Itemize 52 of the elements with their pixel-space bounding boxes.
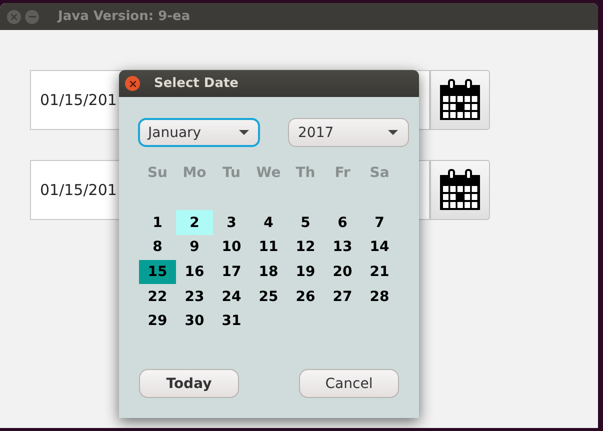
- weekday-label: Sa: [368, 164, 390, 184]
- day-cell[interactable]: 29: [139, 309, 176, 334]
- day-cell[interactable]: 14: [361, 235, 398, 260]
- close-button[interactable]: [125, 76, 140, 91]
- day-cell[interactable]: 23: [176, 284, 213, 310]
- day-cell[interactable]: 9: [176, 235, 213, 260]
- day-cell[interactable]: 28: [361, 284, 398, 310]
- dialog-title: Select Date: [154, 76, 238, 91]
- day-cell[interactable]: 25: [250, 284, 287, 310]
- day-cell[interactable]: 30: [176, 309, 213, 334]
- day-cell[interactable]: 22: [139, 284, 176, 310]
- day-cell[interactable]: 12: [287, 235, 324, 260]
- weekday-label: We: [255, 164, 282, 184]
- day-cell[interactable]: 16: [176, 260, 213, 284]
- weekday-label: Mo: [182, 164, 208, 184]
- day-cell[interactable]: 15: [139, 260, 176, 284]
- day-cell[interactable]: 13: [324, 235, 361, 260]
- window-title: Java Version: 9-ea: [58, 9, 190, 24]
- weekday-label: Fr: [334, 164, 352, 184]
- close-icon: [11, 14, 17, 20]
- day-cell[interactable]: 21: [361, 260, 398, 284]
- year-dropdown[interactable]: 2017: [288, 118, 409, 147]
- day-cell[interactable]: 11: [250, 235, 287, 260]
- weekday-label: Tu: [222, 164, 242, 184]
- calendar-icon: [438, 169, 482, 211]
- dialog-button[interactable]: Today: [139, 369, 239, 398]
- day-cell[interactable]: 10: [213, 235, 250, 260]
- minimize-icon: [28, 16, 36, 18]
- calendar-button[interactable]: [430, 70, 490, 130]
- day-cell[interactable]: 5: [287, 210, 324, 236]
- calendar-button[interactable]: [430, 160, 490, 220]
- day-cell[interactable]: 24: [213, 284, 250, 310]
- day-cell[interactable]: 19: [287, 260, 324, 284]
- day-cell[interactable]: 6: [324, 210, 361, 236]
- day-cell[interactable]: 20: [324, 260, 361, 284]
- day-cell[interactable]: 4: [250, 210, 287, 236]
- day-cell[interactable]: 1: [139, 210, 176, 236]
- day-cell[interactable]: 3: [213, 210, 250, 236]
- day-cell[interactable]: 7: [361, 210, 398, 236]
- day-cell[interactable]: 18: [250, 260, 287, 284]
- day-cell[interactable]: 2: [176, 210, 213, 236]
- dialog-button[interactable]: Cancel: [299, 369, 399, 398]
- day-cell[interactable]: 8: [139, 235, 176, 260]
- day-cell[interactable]: 31: [213, 309, 250, 334]
- day-cell[interactable]: 26: [287, 284, 324, 310]
- weekday-label: Su: [146, 164, 169, 184]
- day-cell[interactable]: 17: [213, 260, 250, 284]
- day-cell[interactable]: 27: [324, 284, 361, 310]
- close-icon: [130, 80, 136, 86]
- calendar-icon: [438, 79, 482, 121]
- month-dropdown[interactable]: January: [138, 118, 260, 147]
- weekday-label: Th: [294, 164, 316, 184]
